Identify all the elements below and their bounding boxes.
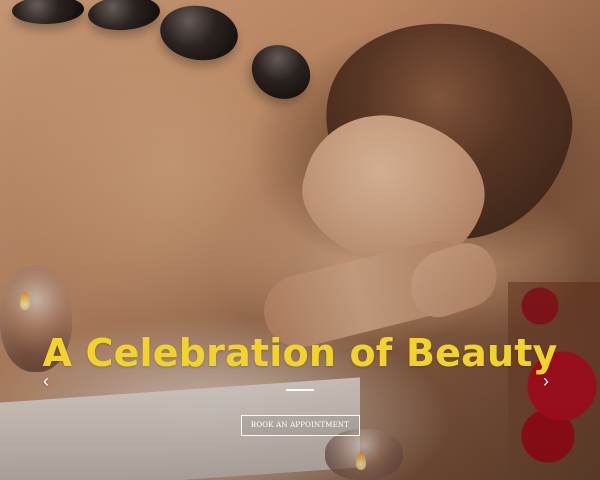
hero-title: A Celebration of Beauty	[42, 331, 558, 375]
hero-slider: ‹ › A Celebration of Beauty BOOK AN APPO…	[0, 0, 600, 480]
title-divider	[286, 389, 314, 391]
hero-content: A Celebration of Beauty BOOK AN APPOINTM…	[0, 331, 600, 436]
book-appointment-button[interactable]: BOOK AN APPOINTMENT	[240, 415, 360, 436]
